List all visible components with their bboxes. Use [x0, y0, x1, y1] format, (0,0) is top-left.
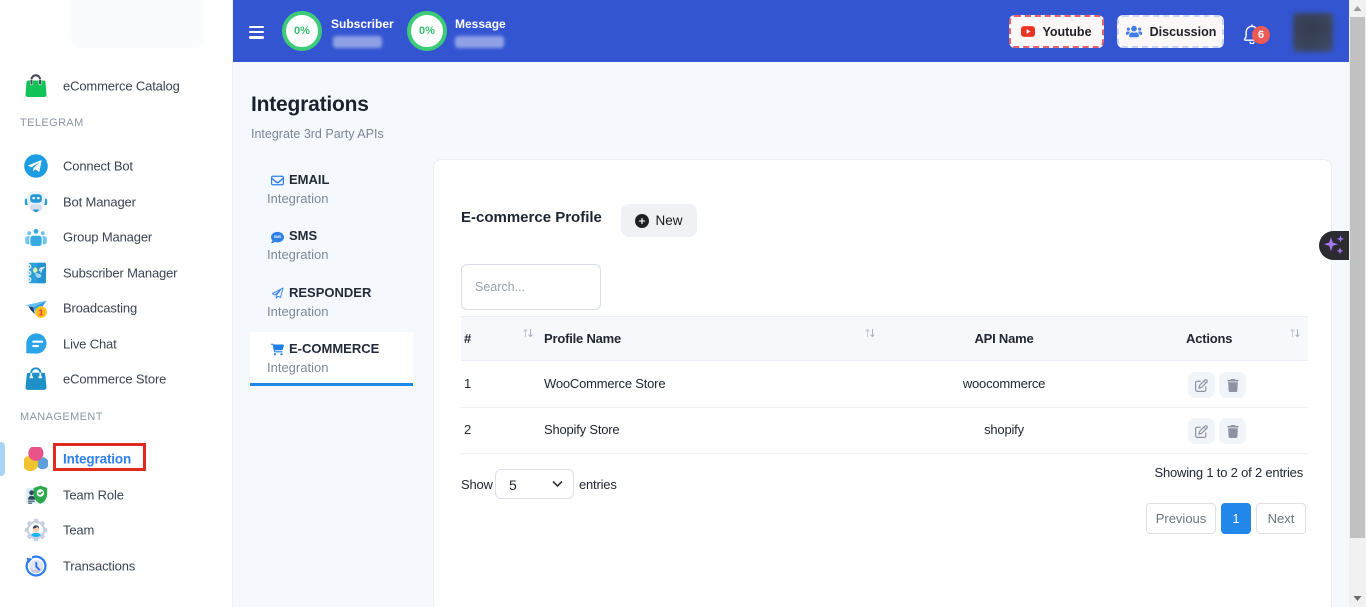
svg-text:1: 1	[39, 307, 44, 317]
svg-text:SMS: SMS	[274, 235, 282, 239]
